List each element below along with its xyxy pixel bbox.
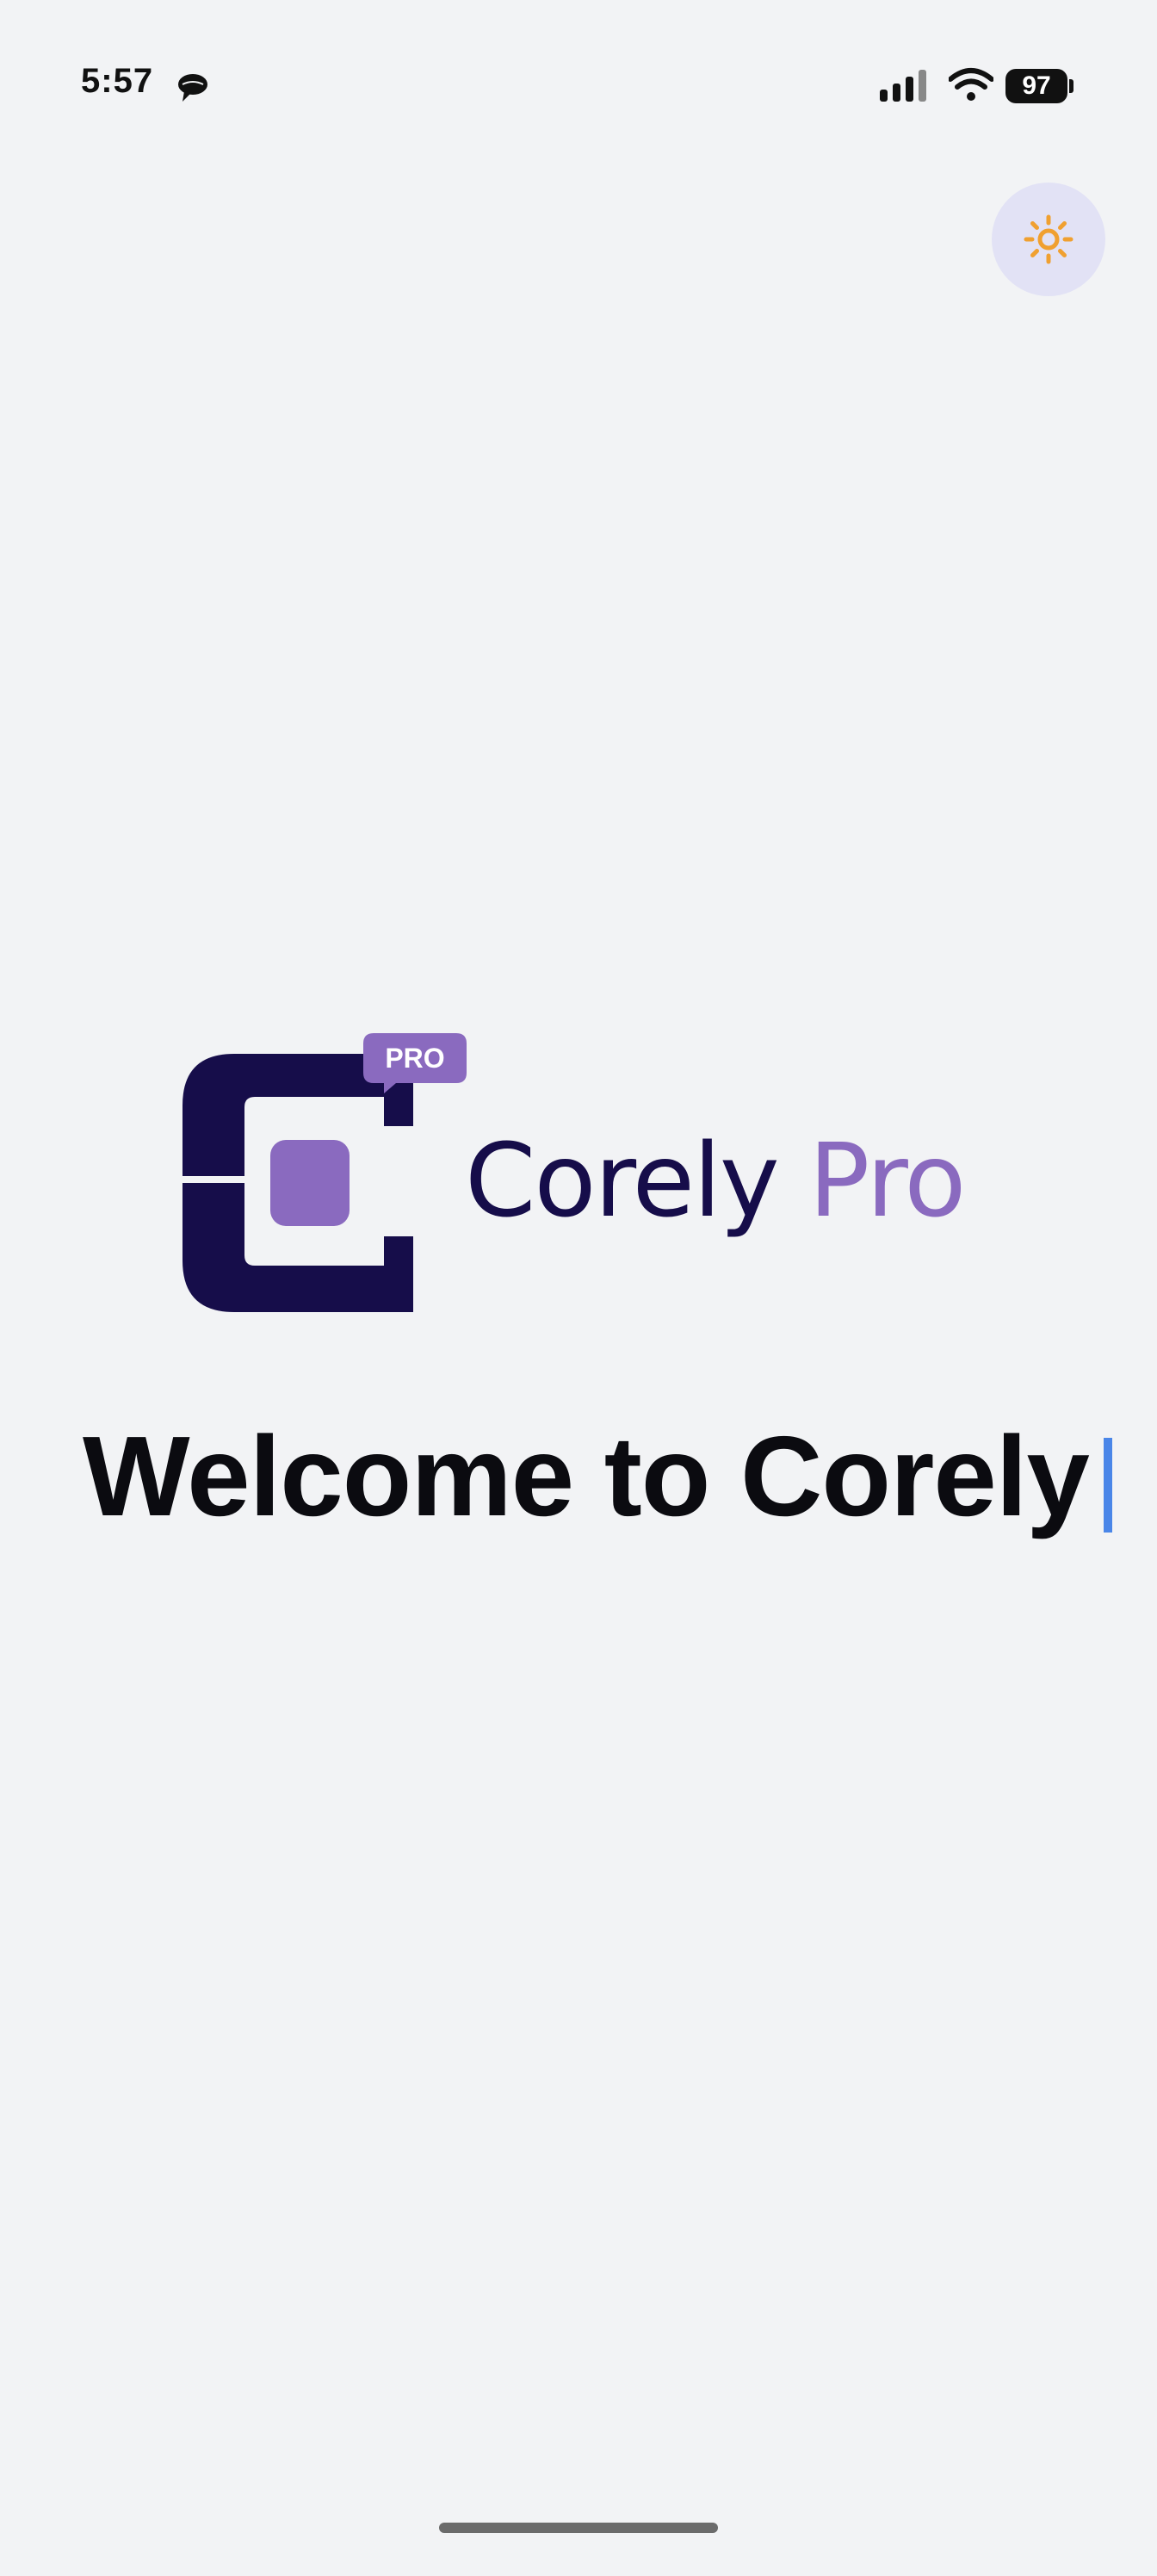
status-bar: 5:57 97	[0, 0, 1157, 172]
wifi-icon	[948, 67, 994, 105]
app-screen: 5:57 97 PRO Corely Pro Welcome to Corely	[0, 0, 1157, 2576]
sun-icon	[1024, 214, 1073, 264]
theme-toggle-button[interactable]	[992, 183, 1105, 296]
status-time: 5:57	[81, 62, 154, 100]
typing-cursor	[1104, 1438, 1112, 1533]
logo-wordmark: Corely Pro	[465, 1116, 966, 1245]
message-bubble-icon	[176, 71, 210, 105]
welcome-title: Welcome to Corely	[83, 1413, 1090, 1539]
cellular-signal-icon	[878, 67, 938, 105]
corely-logo-mark: PRO	[183, 1033, 467, 1312]
logo-badge: PRO	[385, 1043, 444, 1074]
battery-level: 97	[1005, 69, 1067, 103]
battery-cap	[1069, 79, 1073, 93]
home-indicator[interactable]	[439, 2523, 718, 2533]
welcome-section: Welcome to Corely	[83, 1412, 1116, 1541]
logo-word-secondary: Pro	[808, 1121, 966, 1240]
corely-pro-logo: PRO Corely Pro	[181, 1030, 981, 1322]
logo-word-primary: Corely	[465, 1121, 780, 1240]
battery-icon: 97	[1005, 67, 1074, 105]
